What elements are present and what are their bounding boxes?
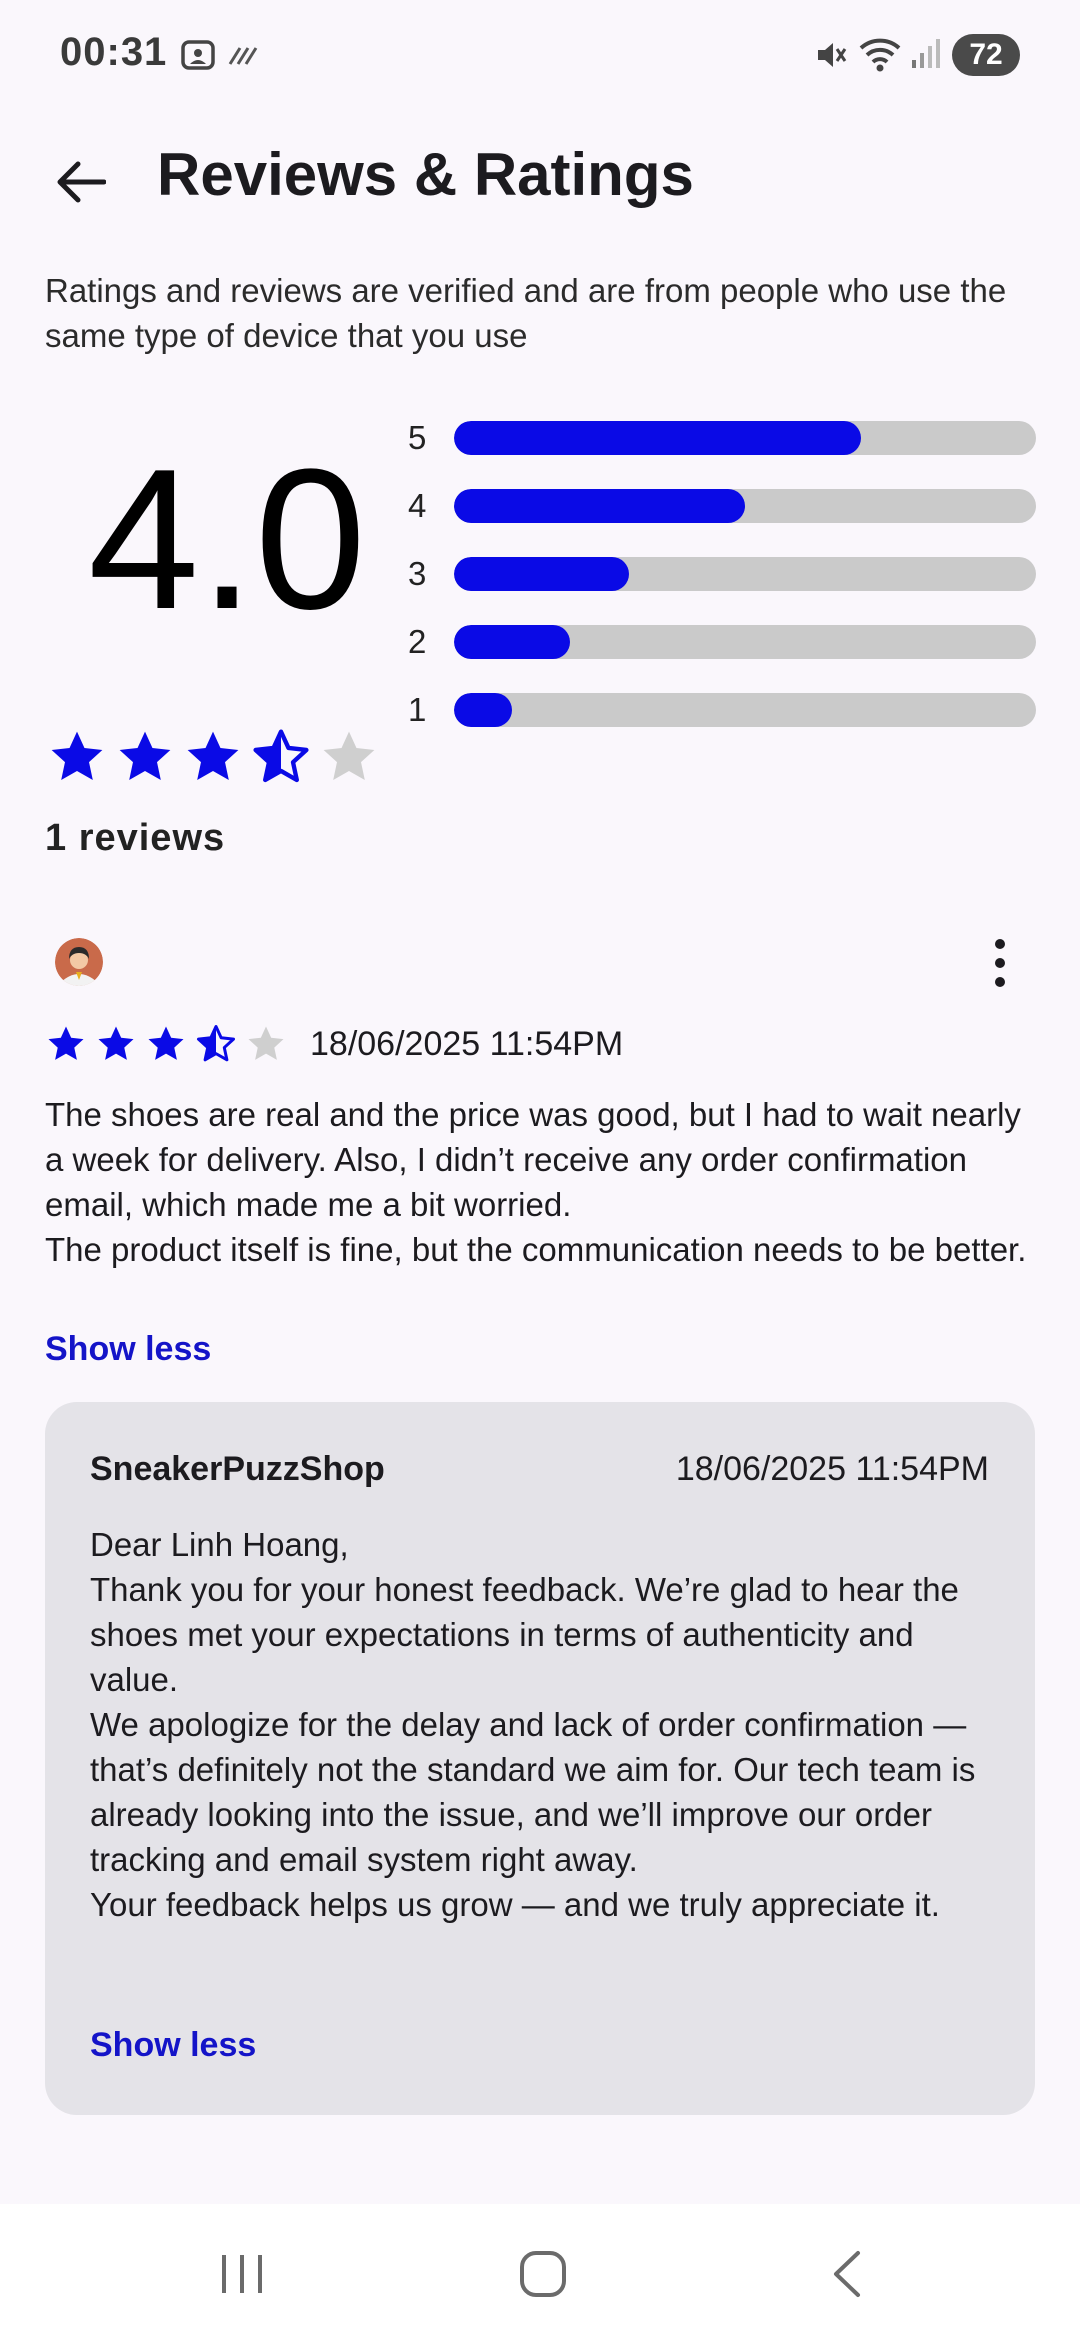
rating-bar-track xyxy=(454,693,1036,727)
user-avatar-icon xyxy=(55,938,103,986)
review-show-less-link[interactable]: Show less xyxy=(45,1330,211,1369)
rating-bar-row: 5 xyxy=(408,404,1036,472)
screenshot-icon xyxy=(180,38,216,77)
star-full-icon xyxy=(119,731,171,780)
review-date: 18/06/2025 11:54PM xyxy=(310,1025,624,1063)
summary-star-rating xyxy=(48,728,378,786)
page-title: Reviews & Ratings xyxy=(157,141,694,208)
rating-bar-fill xyxy=(454,489,745,523)
rating-bar-label: 1 xyxy=(408,691,427,728)
recents-icon xyxy=(222,2255,262,2293)
star-half-icon xyxy=(253,729,309,783)
signal-stripes-icon xyxy=(228,44,262,71)
reply-text: Dear Linh Hoang, Thank you for your hone… xyxy=(90,1526,976,1923)
star-full-icon xyxy=(51,731,103,780)
star-empty-icon xyxy=(248,1026,284,1060)
seller-name: SneakerPuzzShop xyxy=(90,1450,385,1488)
more-vert-icon xyxy=(995,939,1005,949)
star-half-icon xyxy=(197,1025,235,1062)
home-icon xyxy=(520,2251,566,2297)
rating-bar-fill xyxy=(454,557,629,591)
star-full-icon xyxy=(187,731,239,780)
nav-back-button[interactable] xyxy=(806,2244,886,2304)
rating-bar-row: 2 xyxy=(408,608,1036,676)
review-text: The shoes are real and the price was goo… xyxy=(45,1096,1027,1268)
rating-bar-label: 4 xyxy=(408,487,427,524)
back-button[interactable] xyxy=(44,146,116,218)
rating-bar-track xyxy=(454,625,1036,659)
reply-show-less-link[interactable]: Show less xyxy=(90,2026,256,2065)
home-button[interactable] xyxy=(503,2244,583,2304)
rating-bar-track xyxy=(454,557,1036,591)
more-vert-dot xyxy=(995,958,1005,968)
rating-bar-fill xyxy=(454,693,513,727)
system-nav-bar xyxy=(0,2204,1080,2340)
review-star-rating xyxy=(46,1024,286,1064)
recents-button[interactable] xyxy=(202,2244,282,2304)
status-time: 00:31 xyxy=(60,30,168,74)
review-more-options-button[interactable] xyxy=(980,935,1020,991)
back-nav-icon xyxy=(834,2251,860,2297)
seller-reply-card: SneakerPuzzShop 18/06/2025 11:54PM Dear … xyxy=(45,1402,1035,2115)
rating-bar-fill xyxy=(454,625,571,659)
star-full-icon xyxy=(98,1026,134,1060)
reply-date: 18/06/2025 11:54PM xyxy=(675,1450,989,1488)
mute-icon xyxy=(814,38,848,77)
wifi-icon xyxy=(858,34,904,79)
status-bar: 00:31 72 xyxy=(0,0,1080,110)
rating-bar-row: 4 xyxy=(408,472,1036,540)
rating-bar-row: 3 xyxy=(408,540,1036,608)
arrow-left-icon xyxy=(57,161,106,203)
star-empty-icon xyxy=(323,731,375,780)
rating-bar-label: 5 xyxy=(408,419,427,456)
rating-bar-row: 1 xyxy=(408,676,1036,744)
rating-bar-fill xyxy=(454,421,862,455)
rating-bar-track xyxy=(454,489,1036,523)
verification-note: Ratings and reviews are verified and are… xyxy=(45,272,1007,354)
rating-bar-track xyxy=(454,421,1036,455)
more-vert-dot xyxy=(995,977,1005,987)
rating-bar-label: 3 xyxy=(408,555,427,592)
star-full-icon xyxy=(148,1026,184,1060)
cell-signal-icon xyxy=(910,36,940,75)
battery-indicator: 72 xyxy=(952,34,1020,76)
average-rating: 4.0 xyxy=(88,428,367,651)
star-full-icon xyxy=(48,1026,84,1060)
review-count: 1 reviews xyxy=(45,817,226,859)
reviews-screen: 00:31 72 Reviews & Ratings Ratings and r… xyxy=(0,0,1080,2340)
avatar xyxy=(55,938,103,986)
rating-distribution: 5 4 3 2 1 xyxy=(408,404,1036,744)
rating-bar-label: 2 xyxy=(408,623,427,660)
